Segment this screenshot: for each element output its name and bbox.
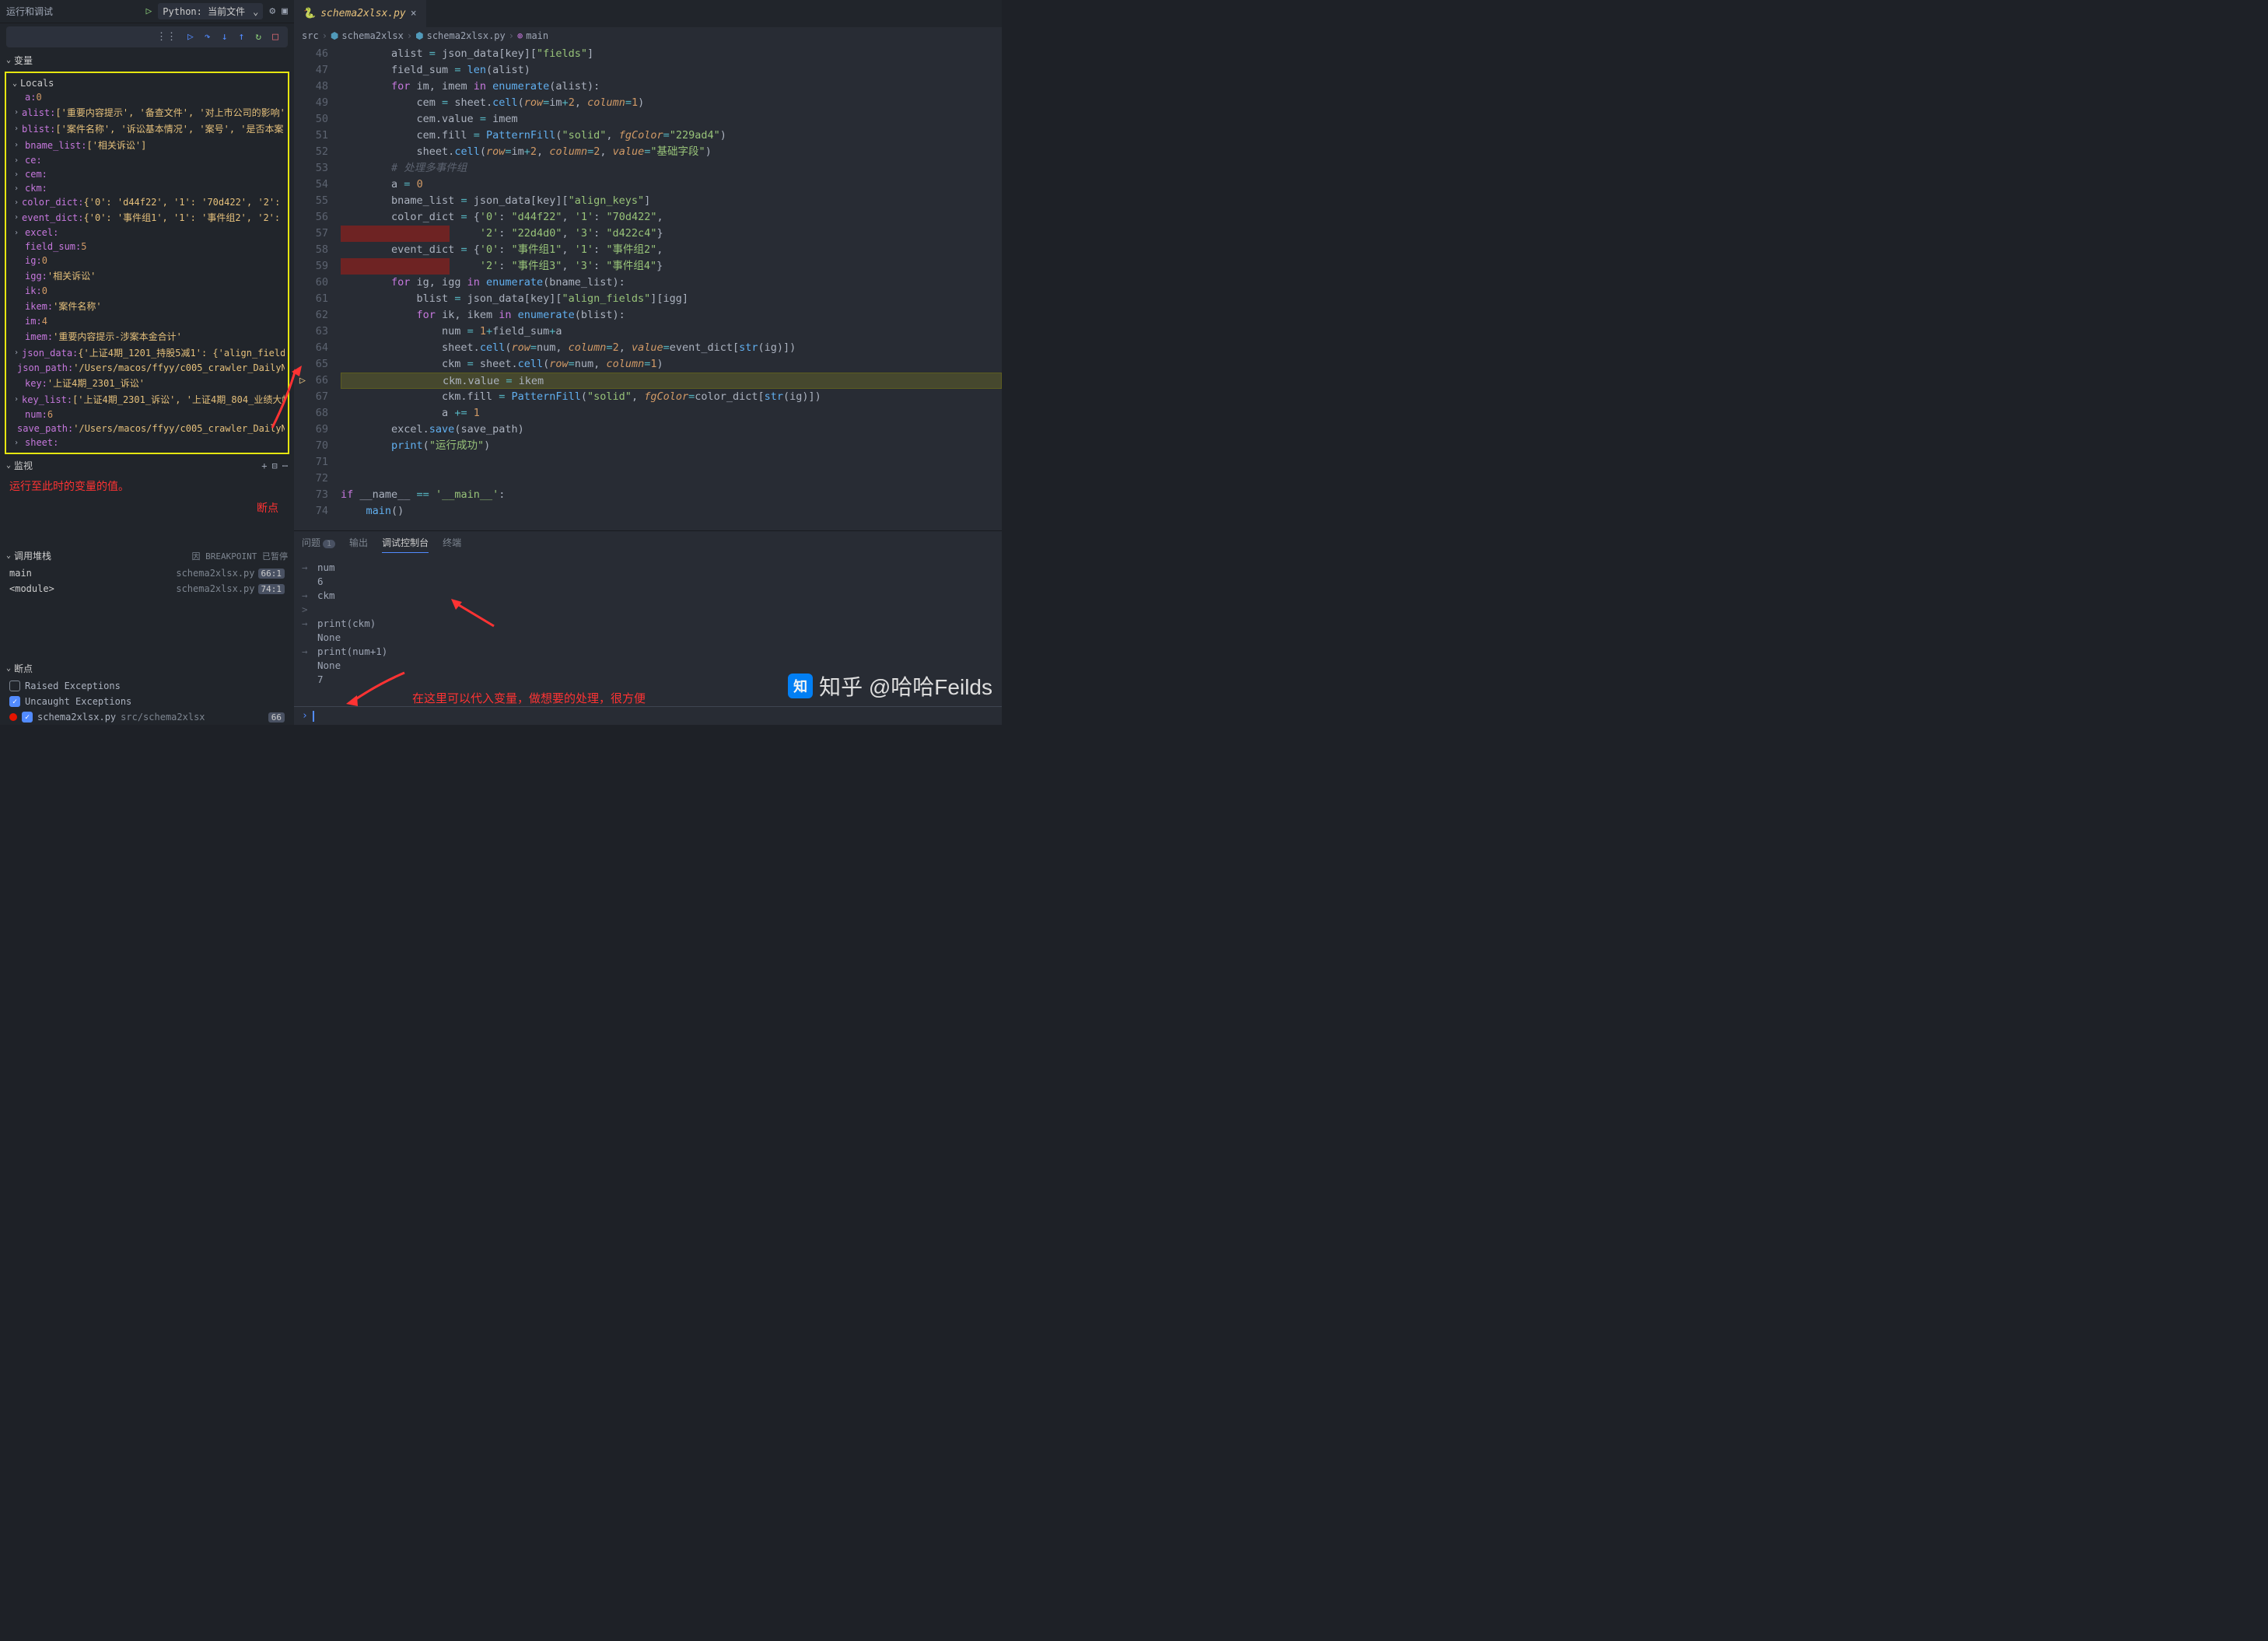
drag-handle-icon[interactable]: ⋮⋮ — [153, 30, 180, 44]
watch-section[interactable]: ⌄ 监视 + ⊟ ⋯ — [0, 456, 294, 475]
annotation: 在这里可以代入变量，做想要的处理，很方便 — [412, 690, 646, 706]
tab-problems[interactable]: 问题1 — [302, 536, 335, 553]
callstack-section[interactable]: ⌄ 调用堆栈 因 BREAKPOINT 已暂停 — [0, 546, 294, 565]
gear-icon[interactable]: ⚙ — [269, 5, 275, 17]
breakpoint-file[interactable]: ✓ schema2xlsx.py src/schema2xlsx 66 — [0, 709, 294, 725]
annotation-arrow — [451, 599, 498, 630]
variable-row[interactable]: ›key_list: ['上证4期_2301_诉讼', '上证4期_804_业绩… — [9, 391, 285, 408]
python-icon: 🐍 — [303, 8, 316, 19]
zhihu-icon: 知 — [788, 674, 813, 698]
tab-output[interactable]: 输出 — [349, 536, 368, 553]
step-into-button[interactable]: ↓ — [219, 30, 231, 44]
chevron-down-icon: ⌄ — [12, 79, 17, 88]
variable-row[interactable]: key: '上证4期_2301_诉讼' — [9, 375, 285, 391]
stop-button[interactable]: □ — [269, 30, 282, 44]
breakpoint-uncaught[interactable]: ✓ Uncaught Exceptions — [0, 694, 294, 709]
variable-row[interactable]: igg: '相关诉讼' — [9, 268, 285, 284]
debug-config-selector[interactable]: Python: 当前文件 ⌄ — [158, 3, 263, 19]
variable-row[interactable]: ikem: '案件名称' — [9, 298, 285, 314]
variables-section[interactable]: ⌄ 变量 — [0, 51, 294, 70]
code-editor[interactable]: 4647484950515253545556575859606162636465… — [294, 44, 1002, 530]
variable-row[interactable]: json_path: '/Users/macos/ffyy/c005_crawl… — [9, 361, 285, 375]
variable-row[interactable]: field_sum: 5 — [9, 240, 285, 254]
tab-debug-console[interactable]: 调试控制台 — [382, 536, 429, 553]
restart-button[interactable]: ↻ — [252, 30, 264, 44]
checkbox-checked[interactable]: ✓ — [22, 712, 33, 723]
annotation: 断点 — [0, 497, 294, 519]
chevron-down-icon: ⌄ — [6, 461, 11, 470]
variable-row[interactable]: ›alist: ['重要内容提示', '备查文件', '对上市公司的影响', '… — [9, 104, 285, 121]
step-out-button[interactable]: ↑ — [236, 30, 248, 44]
variable-row[interactable]: num: 6 — [9, 408, 285, 422]
variable-row[interactable]: ›ckm: — [9, 181, 285, 195]
play-icon[interactable]: ▷ — [145, 5, 152, 17]
console-input[interactable]: › — [294, 706, 1002, 725]
annotation-arrow — [264, 366, 303, 436]
variable-row[interactable]: ›event_dict: {'0': '事件组1', '1': '事件组2', … — [9, 209, 285, 226]
chevron-down-icon: ⌄ — [6, 664, 11, 673]
callstack-status: 因 BREAKPOINT 已暂停 — [192, 550, 288, 562]
variable-row[interactable]: ›json_data: {'上证4期_1201_持股5减1': {'align_… — [9, 345, 285, 361]
variable-row[interactable]: imem: '重要内容提示-涉案本金合计' — [9, 328, 285, 345]
debug-console-icon[interactable]: ▣ — [282, 5, 288, 17]
checkbox[interactable] — [9, 681, 20, 691]
annotation-arrow — [346, 669, 408, 708]
breakpoint-raised[interactable]: Raised Exceptions — [0, 678, 294, 694]
python-icon: ⬢ — [415, 30, 423, 41]
debug-header: 运行和调试 ▷ Python: 当前文件 ⌄ ⚙ ▣ — [0, 0, 294, 23]
prompt-icon: › — [302, 710, 308, 722]
more-icon[interactable]: ⋯ — [282, 460, 288, 471]
function-icon: ⊕ — [517, 30, 523, 41]
variable-row[interactable]: ›excel: — [9, 226, 285, 240]
variable-row[interactable]: ›bname_list: ['相关诉讼'] — [9, 137, 285, 153]
cursor — [313, 711, 314, 722]
annotation: 运行至此时的变量的值。 — [0, 475, 294, 497]
continue-button[interactable]: ▷ — [184, 30, 197, 44]
stack-frame[interactable]: <module> schema2xlsx.py 74:1 — [0, 581, 294, 597]
step-over-button[interactable]: ↷ — [201, 30, 214, 44]
variable-row[interactable]: im: 4 — [9, 314, 285, 328]
close-icon[interactable]: × — [411, 8, 417, 19]
chevron-down-icon: ⌄ — [6, 551, 11, 560]
breakpoint-dot-icon — [9, 713, 17, 721]
variable-row[interactable]: ›cem: — [9, 167, 285, 181]
watermark: 知 知乎 @哈哈Feilds — [788, 670, 992, 702]
breakpoints-section[interactable]: ⌄ 断点 — [0, 659, 294, 678]
variable-row[interactable]: ›ce: — [9, 153, 285, 167]
editor-tabs: 🐍 schema2xlsx.py × — [294, 0, 1002, 27]
locals-section[interactable]: ⌄ Locals — [9, 76, 285, 90]
tab-schema2xlsx[interactable]: 🐍 schema2xlsx.py × — [294, 0, 426, 27]
variable-row[interactable]: save_path: '/Users/macos/ffyy/c005_crawl… — [9, 422, 285, 436]
stack-frame[interactable]: main schema2xlsx.py 66:1 — [0, 565, 294, 581]
collapse-icon[interactable]: ⊟ — [272, 460, 278, 471]
tab-terminal[interactable]: 终端 — [443, 536, 461, 553]
chevron-down-icon: ⌄ — [6, 56, 11, 65]
variable-row[interactable]: ›blist: ['案件名称', '诉讼基本情况', '案号', '是否本案',… — [9, 121, 285, 137]
add-watch-icon[interactable]: + — [261, 460, 267, 471]
variable-row[interactable]: ›sheet: — [9, 436, 285, 450]
variable-row[interactable]: ig: 0 — [9, 254, 285, 268]
checkbox-checked[interactable]: ✓ — [9, 696, 20, 707]
locals-container: ⌄ Locals a: 0›alist: ['重要内容提示', '备查文件', … — [5, 72, 289, 454]
variable-row[interactable]: a: 0 — [9, 90, 285, 104]
debug-toolbar: ⋮⋮ ▷ ↷ ↓ ↑ ↻ □ — [6, 26, 288, 47]
debug-title: 运行和调试 — [6, 5, 139, 18]
breadcrumb[interactable]: src› ⬢ schema2xlsx› ⬢ schema2xlsx.py› ⊕ … — [294, 27, 1002, 44]
variable-row[interactable]: ›color_dict: {'0': 'd44f22', '1': '70d42… — [9, 195, 285, 209]
python-icon: ⬢ — [331, 30, 338, 41]
variable-row[interactable]: ik: 0 — [9, 284, 285, 298]
